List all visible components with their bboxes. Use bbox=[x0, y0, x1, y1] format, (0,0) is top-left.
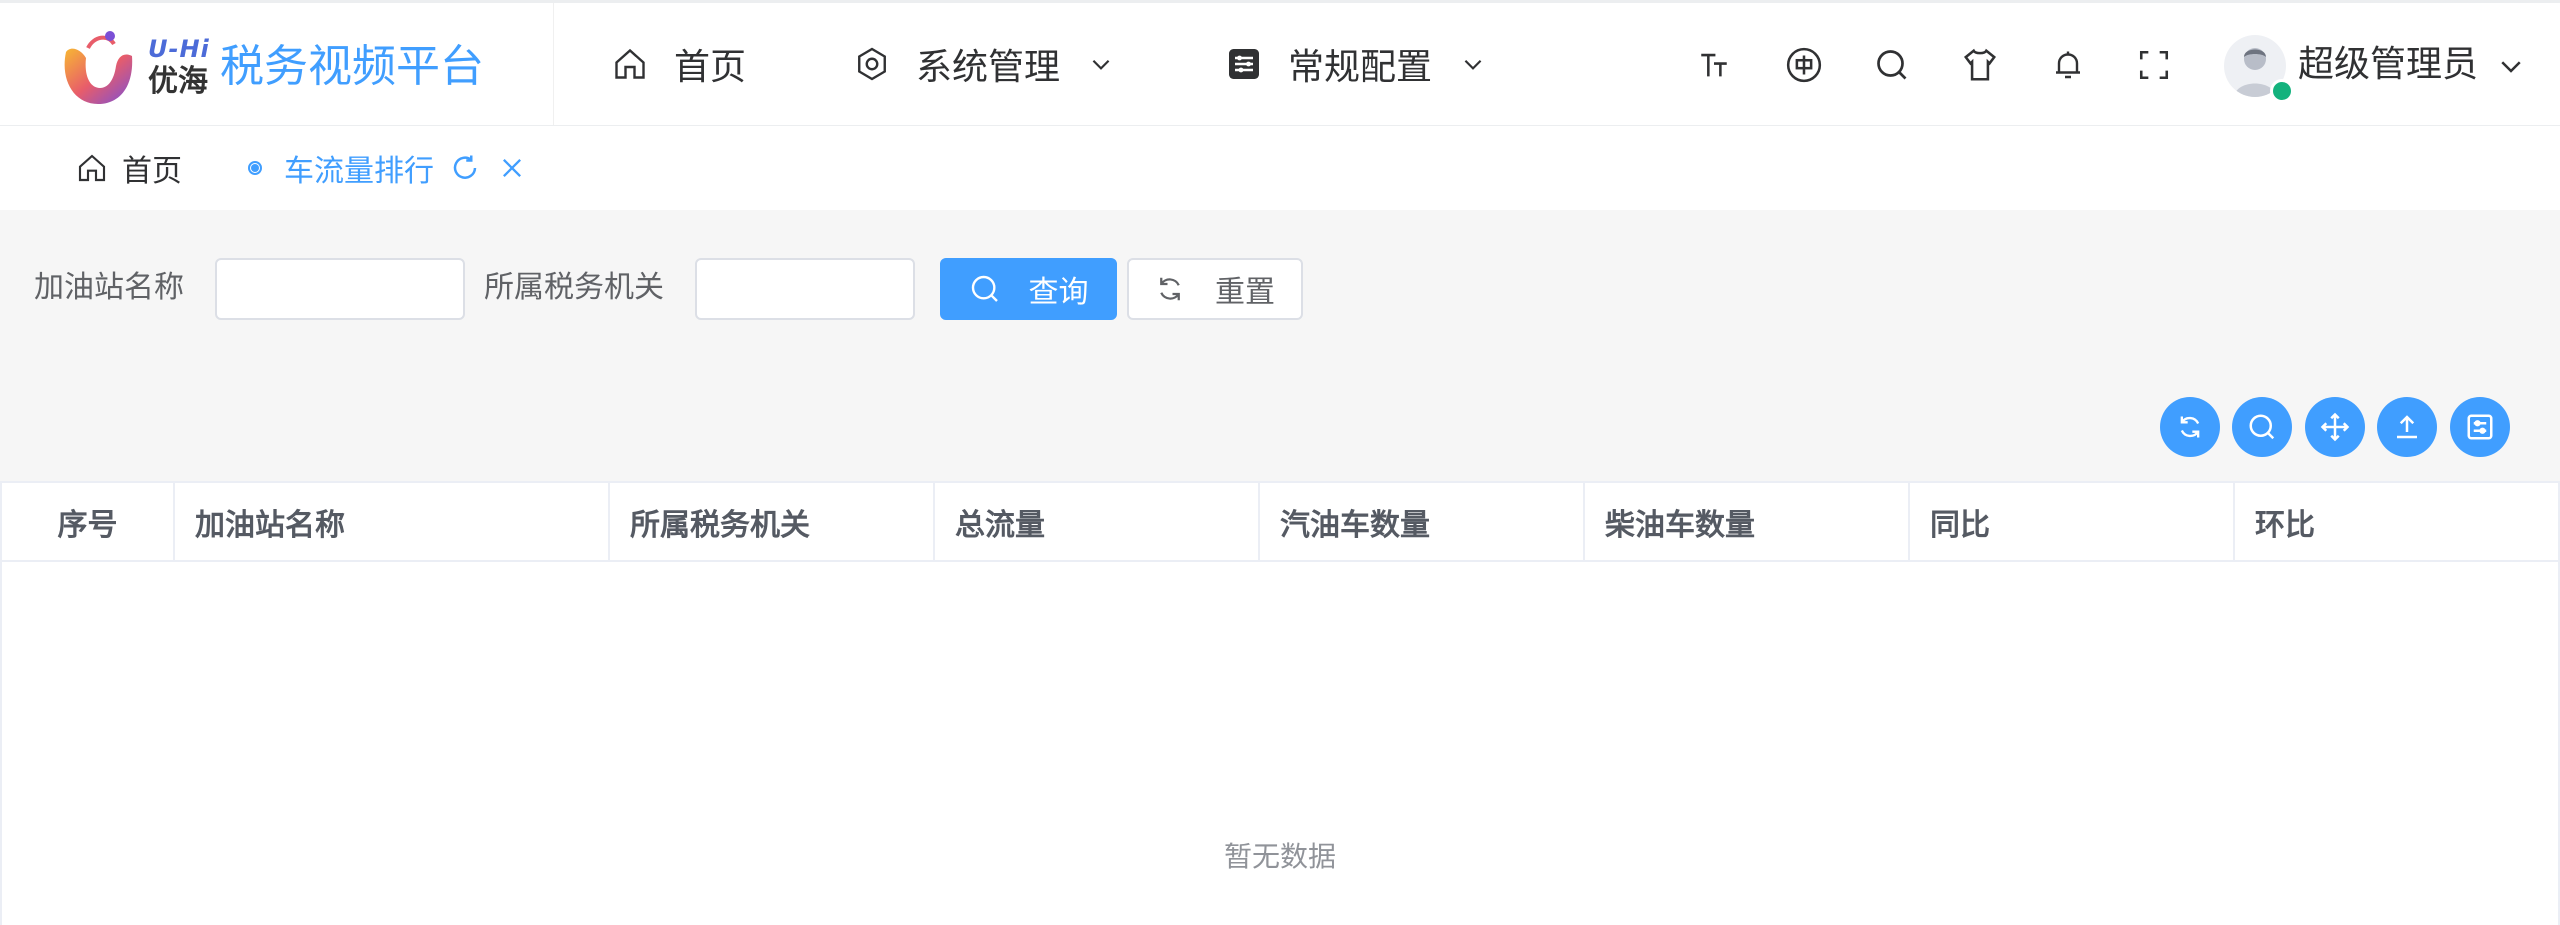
nav-item-home[interactable]: 首页 bbox=[612, 31, 746, 97]
nav-item-system[interactable]: 系统管理 bbox=[854, 31, 1114, 97]
nav-label: 首页 bbox=[674, 47, 747, 88]
chevron-down-icon bbox=[1464, 59, 1482, 70]
column-header[interactable]: 所属税务机关 bbox=[610, 483, 935, 560]
table-refresh-button[interactable] bbox=[2160, 397, 2220, 457]
home-icon bbox=[615, 48, 645, 79]
query-button[interactable]: 查询 bbox=[940, 258, 1117, 320]
logo-text: U-Hi 优海 bbox=[148, 37, 210, 97]
table-header: 序号 加油站名称 所属税务机关 总流量 汽油车数量 柴油车数量 同比 环比 bbox=[2, 483, 2558, 562]
column-header[interactable]: 总流量 bbox=[935, 483, 1260, 560]
search-icon bbox=[2249, 414, 2275, 440]
reset-button[interactable]: 重置 bbox=[1127, 258, 1303, 320]
empty-text: 暂无数据 bbox=[1223, 840, 1336, 873]
site-title: 税务视频平台 bbox=[220, 41, 484, 92]
column-header[interactable]: 汽油车数量 bbox=[1260, 483, 1585, 560]
columns-setting-button[interactable] bbox=[2450, 397, 2510, 457]
column-header[interactable]: 序号 bbox=[2, 483, 175, 560]
chevron-down-icon bbox=[1092, 59, 1110, 70]
language-icon[interactable] bbox=[1784, 45, 1824, 85]
tab-label: 首页 bbox=[122, 154, 182, 189]
tab-label: 车流量排行 bbox=[284, 154, 434, 189]
active-dot-icon bbox=[248, 161, 262, 175]
tab-traffic-ranking[interactable]: 车流量排行 bbox=[248, 126, 526, 210]
fullscreen-icon[interactable] bbox=[2134, 45, 2174, 85]
home-icon bbox=[78, 154, 106, 182]
column-drag-button[interactable] bbox=[2305, 397, 2365, 457]
reset-label: 重置 bbox=[1215, 275, 1275, 310]
refresh-icon bbox=[1160, 277, 1180, 301]
nav-label: 常规配置 bbox=[1288, 47, 1433, 88]
columns-icon bbox=[2467, 414, 2493, 440]
font-size-icon[interactable] bbox=[1694, 45, 1734, 85]
divider bbox=[553, 3, 554, 125]
theme-icon[interactable] bbox=[1960, 45, 2000, 85]
tab-home[interactable]: 首页 bbox=[76, 126, 182, 210]
logo-mark-icon bbox=[64, 31, 133, 104]
top-header: U-Hi 优海 税务视频平台 首页 系统管理 常规配置 超级管理员 bbox=[0, 0, 2560, 126]
gear-icon bbox=[858, 47, 886, 81]
config-icon bbox=[1229, 49, 1259, 79]
data-table: 序号 加油站名称 所属税务机关 总流量 汽油车数量 柴油车数量 同比 环比 暂无… bbox=[0, 481, 2560, 925]
export-icon bbox=[2397, 415, 2417, 439]
station-name-label: 加油站名称 bbox=[34, 270, 184, 305]
nav-label: 系统管理 bbox=[916, 47, 1061, 88]
tax-office-input[interactable] bbox=[695, 258, 915, 320]
column-header[interactable]: 环比 bbox=[2235, 483, 2558, 560]
column-header[interactable]: 柴油车数量 bbox=[1585, 483, 1910, 560]
logo-en: U-Hi bbox=[148, 35, 210, 63]
bell-icon[interactable] bbox=[2048, 45, 2088, 85]
move-icon bbox=[2320, 412, 2350, 442]
tabs-bar: 首页 车流量排行 bbox=[0, 126, 2560, 210]
refresh-icon[interactable] bbox=[450, 153, 480, 183]
export-button[interactable] bbox=[2377, 397, 2437, 457]
column-header[interactable]: 加油站名称 bbox=[175, 483, 610, 560]
refresh-icon bbox=[2180, 416, 2200, 438]
nav-item-config[interactable]: 常规配置 bbox=[1226, 31, 1486, 97]
chevron-down-icon[interactable] bbox=[2496, 51, 2526, 81]
column-header[interactable]: 同比 bbox=[1910, 483, 2235, 560]
tax-office-label: 所属税务机关 bbox=[484, 270, 664, 305]
online-status-dot bbox=[2270, 79, 2294, 103]
logo[interactable]: U-Hi 优海 bbox=[58, 23, 210, 111]
search-icon[interactable] bbox=[1872, 45, 1912, 85]
station-name-input[interactable] bbox=[215, 258, 465, 320]
close-icon[interactable] bbox=[498, 154, 526, 182]
user-name[interactable]: 超级管理员 bbox=[2298, 37, 2478, 93]
toggle-search-button[interactable] bbox=[2232, 397, 2292, 457]
query-label: 查询 bbox=[1028, 275, 1089, 310]
logo-cn: 优海 bbox=[148, 64, 208, 99]
search-icon bbox=[971, 275, 998, 302]
